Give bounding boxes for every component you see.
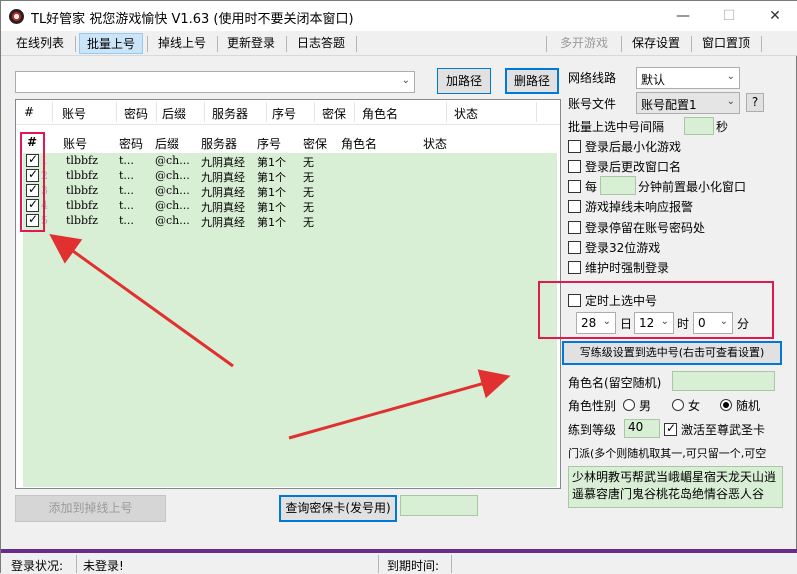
- status-bar: 登录状况: 未登录! 到期时间:: [1, 549, 797, 574]
- login-status-label: 登录状况:: [11, 559, 64, 573]
- account-file-select[interactable]: 账号配置1 ⌄: [636, 92, 740, 114]
- chevron-down-icon: ⌄: [726, 71, 735, 82]
- query-secure-card-button[interactable]: 查询密保卡(发号用): [279, 495, 397, 522]
- gender-male-radio[interactable]: [623, 399, 635, 411]
- arrow-to-checkboxes: [49, 233, 234, 368]
- day-unit: 日: [620, 317, 633, 331]
- sect-label: 门派(多个则随机取其一,可只留一个,可空: [568, 447, 767, 460]
- chevron-down-icon: ⌄: [602, 316, 611, 327]
- gender-male-label: 男: [639, 399, 652, 413]
- minute-select[interactable]: 0 ⌄: [693, 312, 733, 334]
- level-label: 练到等级: [568, 423, 617, 437]
- expire-label: 到期时间:: [387, 559, 440, 573]
- network-select[interactable]: 默认 ⌄: [636, 67, 740, 89]
- network-select-value: 默认: [641, 73, 666, 87]
- role-name-label: 角色名(留空随机): [568, 376, 662, 390]
- sect-textarea[interactable]: 少林明教丐帮武当峨嵋星宿天龙天山逍遥慕容唐门鬼谷桃花岛绝情谷恶人谷: [568, 466, 783, 508]
- role-name-input[interactable]: [672, 371, 775, 391]
- chevron-down-icon: ⌄: [660, 316, 669, 327]
- gender-random-radio[interactable]: [720, 399, 732, 411]
- account-file-label: 账号文件: [568, 97, 617, 111]
- write-level-settings-button[interactable]: 写练级设置到选中号(右击可查看设置): [562, 341, 782, 365]
- minute-value: 0: [698, 316, 706, 330]
- account-file-value: 账号配置1: [641, 98, 697, 112]
- chevron-down-icon: ⌄: [719, 316, 728, 327]
- day-select[interactable]: 28 ⌄: [576, 312, 616, 334]
- level-input[interactable]: 40: [624, 419, 660, 438]
- chevron-down-icon: ⌄: [726, 96, 735, 107]
- network-label: 网络线路: [568, 71, 617, 85]
- app-window: TL好管家 祝您游戏愉快 V1.63 (使用时不要关闭本窗口) — ☐ ✕ 在线…: [0, 0, 797, 574]
- gender-random-label: 随机: [736, 399, 761, 413]
- interval-label: 批量上选中号间隔: [568, 120, 665, 134]
- help-button[interactable]: ?: [746, 93, 764, 112]
- login-status-value: 未登录!: [83, 559, 124, 573]
- gender-female-label: 女: [688, 399, 701, 413]
- minute-unit: 分: [737, 317, 750, 331]
- hour-select[interactable]: 12 ⌄: [634, 312, 674, 334]
- add-to-drop-login-button[interactable]: 添加到掉线上号: [15, 495, 166, 522]
- hour-unit: 时: [677, 317, 690, 331]
- gender-female-radio[interactable]: [672, 399, 684, 411]
- secure-card-input[interactable]: [400, 495, 478, 516]
- hour-value: 12: [639, 316, 655, 330]
- interval-unit: 秒: [716, 120, 729, 134]
- gender-label: 角色性别: [568, 399, 617, 413]
- minimize-suffix-label: 分钟前置最小化窗口: [638, 180, 747, 194]
- day-value: 28: [581, 316, 597, 330]
- arrow-to-timed-login: [288, 369, 511, 440]
- minutes-input[interactable]: [600, 176, 636, 195]
- level-value: 40: [628, 420, 644, 434]
- interval-input[interactable]: [684, 117, 714, 135]
